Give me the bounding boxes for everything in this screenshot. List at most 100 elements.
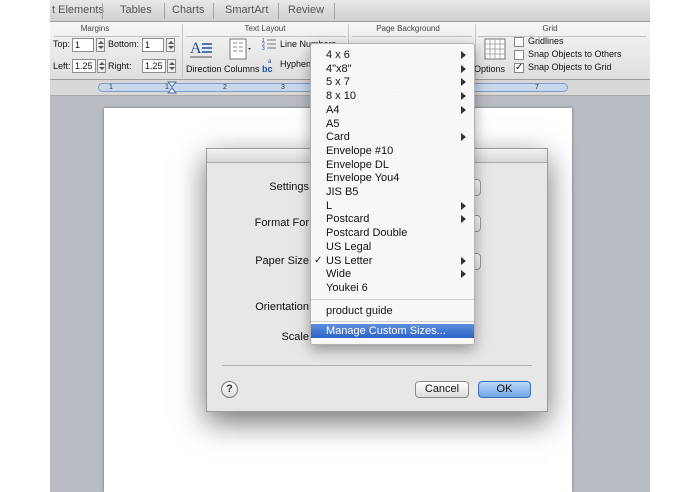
ok-button[interactable]: OK: [478, 381, 531, 398]
submenu-arrow-icon: [461, 105, 466, 114]
tab-divider: [334, 3, 335, 19]
svg-text:A: A: [190, 40, 202, 57]
columns-label: Columns: [224, 64, 260, 74]
menu-item[interactable]: ✓ US Letter: [311, 254, 474, 268]
ruler-number: 2: [223, 84, 227, 91]
menu-item[interactable]: 4"x8": [311, 62, 474, 76]
ruler-number: 7: [535, 84, 539, 91]
menu-item-label: Postcard: [326, 213, 370, 226]
line-numbers-icon: 1 2 3: [262, 38, 276, 51]
paper-size-label: Paper Size: [255, 255, 309, 267]
menu-item-label: Envelope #10: [326, 144, 394, 157]
settings-label: Settings: [269, 181, 309, 193]
indent-marker-icon[interactable]: [167, 81, 177, 95]
submenu-arrow-icon: [461, 64, 466, 73]
tab-elements[interactable]: t Elements: [52, 4, 104, 16]
grid-options-button[interactable]: Options: [474, 38, 512, 78]
submenu-arrow-icon: [461, 270, 466, 279]
ribbon-tabs: t Elements Tables Charts SmartArt Review: [50, 0, 650, 22]
menu-item-label: product guide: [326, 304, 393, 317]
menu-item-label: US Legal: [326, 240, 372, 253]
menu-item[interactable]: Wide: [311, 267, 474, 281]
menu-item-label: A5: [326, 117, 340, 130]
menu-item[interactable]: 8 x 10: [311, 89, 474, 103]
menu-item-label: Envelope You4: [326, 172, 400, 185]
snap-grid-checkbox[interactable]: ✓: [514, 63, 524, 73]
menu-item-label: 5 x 7: [326, 76, 350, 89]
menu-separator: [311, 298, 474, 300]
menu-item[interactable]: A4: [311, 103, 474, 117]
snap-objects-label: Snap Objects to Others: [528, 49, 622, 59]
submenu-arrow-icon: [461, 215, 466, 224]
top-margin-field[interactable]: 1: [72, 38, 94, 52]
group-divider: [54, 36, 180, 37]
menu-item-label: Postcard Double: [326, 227, 408, 240]
bottom-margin-stepper[interactable]: [166, 38, 175, 52]
gridlines-checkbox[interactable]: [514, 37, 524, 47]
submenu-arrow-icon: [461, 92, 466, 101]
group-divider: [182, 24, 183, 78]
menu-item[interactable]: 5 x 7: [311, 75, 474, 89]
snap-grid-label: Snap Objects to Grid: [528, 62, 612, 72]
grid-group-title: Grid: [542, 24, 558, 33]
left-margin-label: Left:: [53, 61, 71, 71]
menu-item[interactable]: Youkei 6: [311, 281, 474, 295]
menu-item[interactable]: US Legal: [311, 240, 474, 254]
hyphenation-label: Hyphen: [280, 59, 312, 69]
right-margin-label: Right:: [108, 61, 132, 71]
top-margin-label: Top:: [53, 39, 71, 49]
menu-item[interactable]: 4 x 6: [311, 48, 474, 62]
tab-charts[interactable]: Charts: [172, 4, 204, 16]
snap-objects-checkbox[interactable]: [514, 50, 524, 60]
bottom-margin-field[interactable]: 1: [142, 38, 164, 52]
submenu-arrow-icon: [461, 133, 466, 142]
menu-item-label: A4: [326, 103, 340, 116]
submenu-arrow-icon: [461, 51, 466, 59]
help-button[interactable]: ?: [221, 381, 238, 398]
hyphenation-icon: a bc: [262, 59, 273, 73]
menu-item-label: 8 x 10: [326, 90, 356, 103]
direction-button[interactable]: A Direction: [186, 38, 222, 78]
checkmark-icon: ✓: [314, 254, 323, 266]
tab-divider: [164, 3, 165, 19]
columns-button[interactable]: Columns: [224, 38, 262, 78]
margins-group-title: Margins: [80, 24, 110, 33]
bottom-margin-label: Bottom:: [108, 39, 140, 49]
manage-custom-sizes-item[interactable]: Manage Custom Sizes...: [311, 324, 474, 339]
menu-item[interactable]: A5: [311, 117, 474, 131]
menu-item[interactable]: Envelope You4: [311, 171, 474, 185]
menu-item-label: Wide: [326, 268, 352, 281]
menu-item-label: Card: [326, 131, 350, 144]
cancel-button[interactable]: Cancel: [415, 381, 469, 398]
left-margin-stepper[interactable]: [97, 59, 106, 73]
submenu-arrow-icon: [461, 78, 466, 87]
grid-icon: [484, 38, 506, 60]
top-margin-stepper[interactable]: [96, 38, 105, 52]
gridlines-label: Gridlines: [528, 36, 564, 46]
submenu-arrow-icon: [461, 256, 466, 265]
svg-text:3: 3: [262, 46, 265, 51]
text-direction-icon: A: [190, 40, 212, 58]
orientation-label: Orientation: [255, 301, 309, 313]
menu-item[interactable]: Postcard: [311, 212, 474, 226]
left-margin-field[interactable]: 1.25: [72, 59, 96, 73]
ruler-number: 3: [281, 84, 285, 91]
tab-tables[interactable]: Tables: [120, 4, 152, 16]
page-background-group-title: Page Background: [376, 24, 440, 33]
format-for-label: Format For: [254, 217, 309, 229]
menu-item[interactable]: JIS B5: [311, 185, 474, 199]
menu-item[interactable]: Card: [311, 130, 474, 144]
svg-text:bc: bc: [262, 64, 273, 73]
menu-item[interactable]: Postcard Double: [311, 226, 474, 240]
right-margin-field[interactable]: 1.25: [142, 59, 166, 73]
right-margin-stepper[interactable]: [167, 59, 176, 73]
menu-item[interactable]: Envelope #10: [311, 144, 474, 158]
menu-item[interactable]: Envelope DL: [311, 158, 474, 172]
menu-item-label: JIS B5: [326, 186, 359, 198]
menu-item-custom[interactable]: product guide: [311, 304, 474, 318]
menu-item[interactable]: L: [311, 199, 474, 213]
tab-review[interactable]: Review: [288, 4, 324, 16]
tab-smartart[interactable]: SmartArt: [225, 4, 268, 16]
text-layout-group-title: Text Layout: [244, 24, 286, 33]
menu-item-label: Manage Custom Sizes...: [326, 325, 446, 338]
